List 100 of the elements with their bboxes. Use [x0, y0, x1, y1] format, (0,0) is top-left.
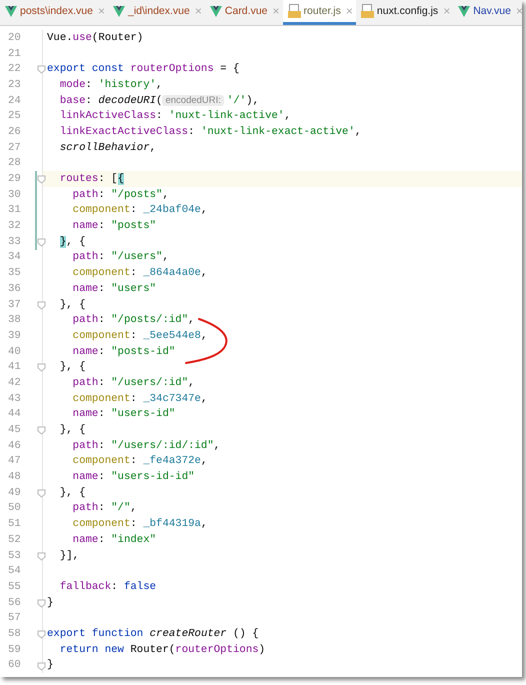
file-tab[interactable]: posts\index.vue × [0, 0, 108, 25]
code-line: }, { [58, 424, 86, 436]
vue-file-icon [210, 6, 222, 16]
line-number: 20 [7, 32, 22, 44]
line-number: 52 [7, 534, 22, 546]
line-number: 54 [7, 565, 22, 578]
line-number: 42 [7, 376, 22, 389]
code-line: name: "users-id" [72, 408, 176, 420]
code-line: name: "posts-id" [72, 346, 176, 358]
code-line: base: decodeURI( encodedURI: '/'), [58, 94, 259, 107]
line-number: 58 [7, 628, 22, 640]
line-number: 47 [7, 455, 22, 468]
line-number: 37 [7, 298, 22, 311]
fold-icon[interactable] [37, 300, 46, 310]
code-line: mode: 'history', [58, 78, 162, 91]
line-number: 49 [7, 486, 22, 499]
line-number: 30 [7, 188, 22, 201]
code-line: export const routerOptions = { [46, 63, 240, 76]
code-line: path: "/users/:id/:id", [72, 440, 220, 452]
line-number: 38 [7, 314, 22, 326]
code-line: routes: [{ [58, 173, 124, 186]
line-number: 26 [7, 126, 22, 138]
code-line: component: _34c7347e, [72, 392, 208, 405]
line-number: 57 [7, 612, 22, 624]
line-number: 28 [7, 157, 22, 170]
line-number: 22 [7, 63, 22, 76]
code-line: return new Router(routerOptions) [58, 644, 266, 656]
code-line: fallback: false [58, 580, 156, 593]
fold-icon[interactable] [37, 662, 46, 670]
code-line: name: "users" [72, 282, 156, 295]
line-number: 29 [7, 173, 22, 186]
code-line: path: "/users/:id", [72, 376, 195, 389]
line-number: 27 [7, 142, 22, 154]
code-line: }, { [58, 236, 86, 248]
code-line: export function createRouter () { [46, 628, 259, 640]
line-number: 50 [7, 502, 22, 514]
line-number: 56 [7, 596, 22, 609]
code-line: path: "/posts", [72, 188, 169, 201]
code-line: }], [58, 550, 80, 562]
line-number: 31 [7, 204, 22, 216]
code-line: } [46, 659, 54, 672]
file-tab[interactable]: _id\index.vue × [108, 0, 205, 25]
line-number: 59 [7, 644, 22, 656]
code-line: }, { [58, 486, 86, 499]
fold-icon[interactable] [37, 175, 46, 184]
code-line: component: _5ee544e8, [72, 330, 208, 342]
line-number: 48 [7, 471, 22, 484]
code-line: name: "posts" [72, 220, 156, 232]
code-line: path: "/users", [72, 251, 169, 264]
line-number: 23 [7, 78, 22, 91]
js-file-icon [360, 4, 374, 18]
fold-icon[interactable] [37, 598, 46, 608]
code-line: }, { [58, 361, 86, 374]
line-number: 45 [7, 424, 22, 436]
line-number: 24 [7, 94, 22, 107]
line-number: 44 [7, 408, 22, 420]
line-number: 46 [7, 440, 22, 452]
file-tab[interactable]: nuxt.config.js × [356, 0, 454, 25]
line-number: 43 [7, 392, 22, 405]
code-line: component: _864a4a0e, [72, 267, 208, 280]
line-number: 60 [7, 659, 22, 672]
code-line: component: _24baf04e, [72, 204, 208, 216]
line-number: 25 [7, 110, 22, 122]
line-number: 36 [7, 282, 22, 295]
vue-file-icon [458, 6, 470, 16]
code-line: path: "/", [72, 502, 137, 514]
code-line: path: "/posts/:id", [72, 314, 195, 326]
line-number: 34 [7, 251, 22, 264]
fold-icon[interactable] [37, 488, 46, 498]
fold-icon[interactable] [37, 238, 46, 247]
code-line: Vue.use(Router) [46, 32, 144, 44]
line-number: 53 [7, 550, 22, 562]
code-line: component: _bf44319a, [72, 518, 208, 530]
code-line: name: "users-id-id" [72, 471, 195, 484]
vue-file-icon [5, 6, 17, 16]
line-number: 35 [7, 267, 22, 280]
fold-icon[interactable] [37, 363, 46, 372]
code-line: linkExactActiveClass: 'nuxt-link-exact-active', [58, 126, 362, 138]
fold-icon[interactable] [37, 65, 46, 74]
line-number: 39 [7, 330, 22, 342]
code-line: component: _fe4a372e, [72, 455, 208, 468]
code-line: linkActiveClass: 'nuxt-link-active', [58, 110, 291, 122]
file-tab[interactable]: Nav.vue × [453, 0, 522, 25]
code-line: }, { [58, 298, 86, 311]
code-line: } [46, 596, 54, 609]
file-tab[interactable]: router.js × [282, 0, 356, 25]
line-number: 55 [7, 580, 22, 593]
js-file-icon [288, 4, 301, 18]
fold-icon[interactable] [37, 552, 46, 561]
line-number: 33 [7, 236, 22, 248]
fold-icon[interactable] [37, 630, 46, 640]
fold-icon[interactable] [37, 426, 46, 436]
line-number: 21 [7, 48, 22, 60]
code-line: name: "index" [72, 534, 156, 546]
line-number: 41 [7, 361, 22, 374]
line-number: 32 [7, 220, 22, 232]
vue-file-icon [112, 6, 125, 16]
code-line: scrollBehavior, [58, 142, 156, 154]
file-tab[interactable]: Card.vue × [204, 0, 283, 25]
line-number: 51 [7, 518, 22, 530]
